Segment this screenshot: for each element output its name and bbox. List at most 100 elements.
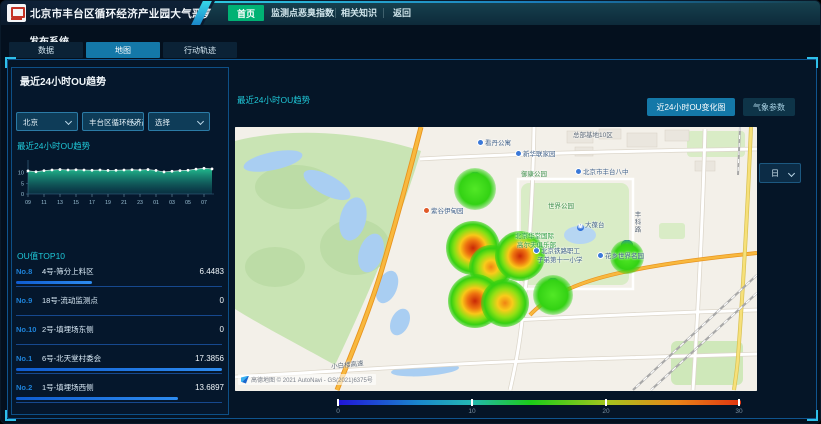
nav-item-home[interactable]: 首页 (228, 5, 264, 21)
station-name: 4号-筛分上料区 (42, 266, 196, 277)
svg-text:07: 07 (201, 200, 207, 206)
panel-corner-decoration (5, 410, 16, 421)
interval-select[interactable]: 日 (759, 163, 801, 183)
nav-item-knowledge[interactable]: 相关知识 (339, 1, 379, 25)
svg-text:13: 13 (57, 200, 63, 206)
svg-text:19: 19 (105, 200, 111, 206)
svg-text:23: 23 (137, 200, 143, 206)
legend-tick-label: 10 (468, 408, 475, 415)
panel-corner-decoration (807, 57, 818, 68)
logo-bar (11, 18, 22, 20)
svg-text:11: 11 (41, 200, 46, 206)
ou-value: 0 (220, 325, 224, 334)
ou-color-legend: 0 10 20 30 (337, 399, 741, 417)
station-name: 1号-填埋场西侧 (42, 382, 191, 393)
tab-data[interactable]: 数据 (9, 42, 83, 58)
park-select[interactable]: 丰台区循环经济产 (82, 112, 144, 131)
nav-separator (383, 8, 384, 18)
svg-text:21: 21 (121, 200, 127, 206)
ou-change-map-button[interactable]: 近24小时OU变化图 (647, 98, 735, 116)
left-panel-title: 最近24小时OU趋势 (20, 73, 106, 88)
poi-icon (575, 168, 582, 175)
poi-icon (477, 139, 484, 146)
list-item[interactable]: No.1 6号-北天堂村委会 17.3856 (16, 349, 224, 378)
rank-label: No.10 (16, 325, 38, 334)
legend-tick-label: 30 (735, 408, 742, 415)
tab-map[interactable]: 地图 (86, 42, 160, 58)
rank-label: No.9 (16, 296, 38, 305)
value-bar (16, 310, 222, 313)
svg-text:01: 01 (153, 200, 159, 206)
nav-item-monitor-index[interactable]: 监测点恶臭指数 (271, 1, 331, 25)
amap-logo-icon (241, 376, 249, 384)
panel-corner-decoration (5, 57, 16, 68)
map-label: 御康公园 (521, 168, 547, 178)
svg-text:03: 03 (169, 200, 175, 206)
chevron-down-icon (197, 118, 204, 125)
value-bar (16, 368, 222, 371)
map-copyright: 高德地图 © 2021 AutoNavi - GS(2021)6375号 (238, 374, 376, 385)
value-bar (16, 339, 222, 342)
station-name: 2号-填埋场东侧 (42, 324, 216, 335)
poi-icon (597, 252, 604, 259)
rank-label: No.2 (16, 383, 38, 392)
ou-value: 17.3856 (195, 354, 224, 363)
top-bar: 北京市丰台区循环经济产业园大气恶臭状况实时 首页 监测点恶臭指数 相关知识 返回 (1, 1, 821, 25)
chevron-down-icon (65, 118, 72, 125)
list-item[interactable]: No.8 4号-筛分上料区 6.4483 (16, 262, 224, 291)
top-list-title: OU值TOP10 (17, 250, 65, 262)
trend-chart: 0510091113151719212301030507 (14, 156, 218, 212)
poi-icon (515, 150, 522, 157)
station-name: 6号-北天堂村委会 (42, 353, 191, 364)
logo-glyph (11, 7, 25, 18)
svg-text:5: 5 (21, 181, 24, 187)
legend-tick-label: 0 (336, 408, 340, 415)
map-label: 子弟第十一小学 (537, 254, 583, 264)
tab-track[interactable]: 行动轨迹 (163, 42, 237, 58)
city-select[interactable]: 北京 (16, 112, 78, 131)
map-label: M大葆台 (577, 219, 605, 231)
station-select-value: 选择 (155, 118, 170, 127)
chevron-down-icon (788, 170, 795, 177)
legend-tick (337, 399, 339, 406)
map-label: 高尔夫俱乐部 (517, 239, 556, 249)
svg-text:0: 0 (21, 192, 24, 198)
list-item[interactable]: No.2 1号-填埋场西侧 13.6897 (16, 378, 224, 407)
map-label: 看丹公寓 (477, 137, 511, 147)
map-label: 世界公园 (548, 200, 574, 210)
left-panel: 最近24小时OU趋势 北京 丰台区循环经济产 选择 最近24小时OU趋势 051… (11, 67, 229, 415)
map-label: 总部基地10区 (573, 129, 613, 139)
value-bar (16, 281, 222, 284)
svg-text:15: 15 (73, 200, 79, 206)
list-item[interactable]: No.9 18号-流动监测点 0 (16, 291, 224, 320)
legend-tick (738, 399, 740, 406)
station-select[interactable]: 选择 (148, 112, 210, 131)
app-frame: 北京市丰台区循环经济产业园大气恶臭状况实时 首页 监测点恶臭指数 相关知识 返回… (0, 0, 821, 424)
map-label: 新华联家园 (515, 148, 556, 158)
metro-icon: M (577, 224, 584, 231)
ou-value: 6.4483 (200, 267, 224, 276)
city-select-value: 北京 (23, 118, 38, 127)
value-bar (16, 397, 222, 400)
nav-separator (335, 8, 336, 18)
ou-value: 0 (220, 296, 224, 305)
legend-gradient-bar (337, 400, 741, 405)
rank-label: No.1 (16, 354, 38, 363)
weather-params-button[interactable]: 气象参数 (743, 98, 795, 116)
heatmap-blob (454, 168, 496, 210)
list-item[interactable]: No.10 2号-填埋场东侧 0 (16, 320, 224, 349)
app-logo-icon (7, 4, 26, 22)
svg-text:17: 17 (89, 200, 95, 206)
map-label: 花乡世界名园 (597, 250, 644, 260)
ou-value: 13.6897 (195, 383, 224, 392)
map-canvas[interactable]: 看丹公寓 总部基地10区 新华联家园 御康公园 北京市丰台八中 世界公园 M大葆… (235, 127, 757, 391)
station-name: 18号-流动监测点 (42, 295, 216, 306)
map-section-title: 最近24小时OU趋势 (237, 94, 310, 106)
legend-tick (471, 399, 473, 406)
heatmap-blob (533, 275, 573, 315)
svg-text:05: 05 (185, 200, 191, 206)
nav-item-back[interactable]: 返回 (387, 1, 417, 25)
svg-text:09: 09 (25, 200, 31, 206)
interval-select-value: 日 (771, 169, 779, 178)
poi-icon (423, 207, 430, 214)
